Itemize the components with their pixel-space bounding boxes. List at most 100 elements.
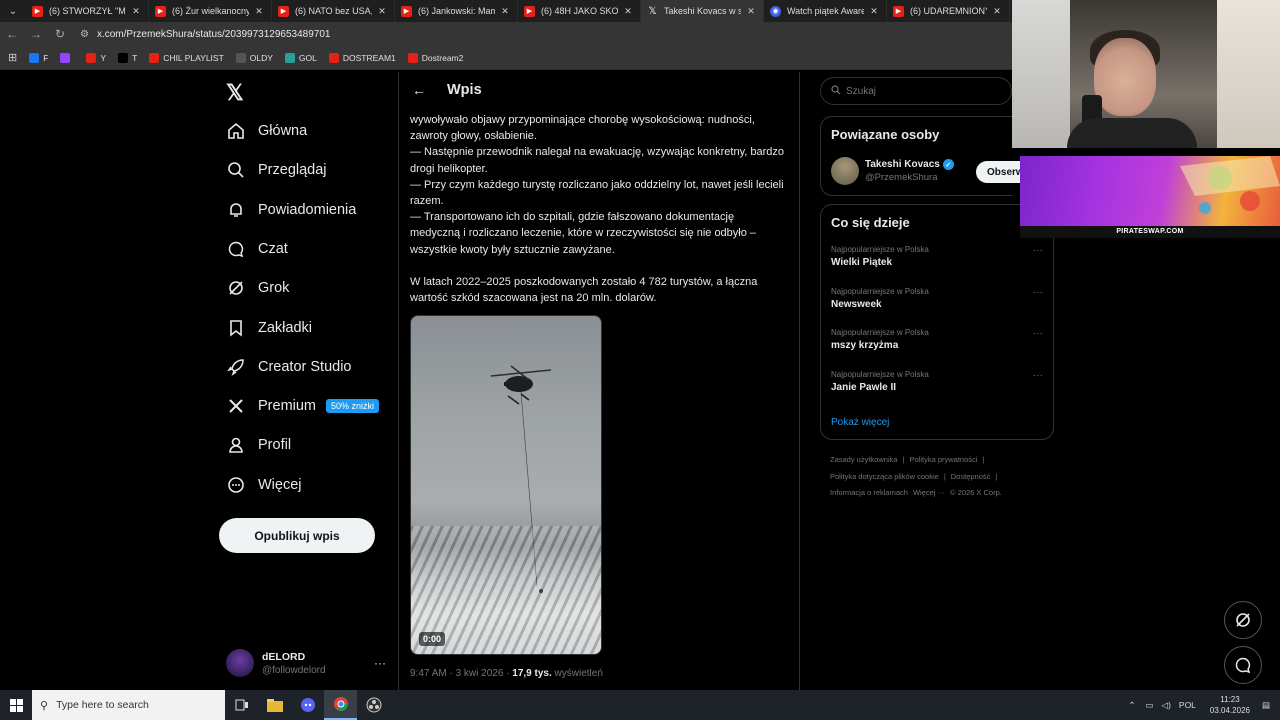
volume-icon[interactable]: ◁) bbox=[1162, 700, 1171, 711]
messages-fab-icon[interactable] bbox=[1224, 646, 1262, 684]
bookmark-item[interactable]: T bbox=[118, 52, 137, 63]
trend-item[interactable]: Najpopularniejsze w Polska Wielki Piątek ·… bbox=[831, 245, 1045, 268]
nav-item-label: Przeglądaj bbox=[258, 162, 327, 179]
notifications-icon[interactable]: ▤ bbox=[1262, 700, 1270, 711]
browser-tab[interactable]: ▶ (6) Żur wielkanocny P ✕ bbox=[149, 0, 272, 22]
trends-title: Co się dzieje bbox=[831, 215, 910, 230]
bookmark-item[interactable]: GOL bbox=[284, 52, 317, 63]
video-duration: 0:00 bbox=[419, 632, 446, 646]
footer-link[interactable]: Zasady użytkownika bbox=[830, 455, 898, 464]
footer-link[interactable]: © 2026 X Corp. bbox=[950, 488, 1002, 497]
browser-tab[interactable]: ▶ (6) NATO bez USA, EU ✕ bbox=[272, 0, 395, 22]
clock-date: 03.04.2026 bbox=[1209, 706, 1250, 715]
post-button[interactable]: Opublikuj wpis bbox=[219, 518, 375, 553]
discord-icon[interactable] bbox=[291, 690, 324, 720]
account-switcher[interactable]: dELORD @followdelord ··· bbox=[226, 646, 386, 680]
site-settings-icon[interactable]: ⚙ bbox=[80, 29, 89, 40]
trend-item[interactable]: Najpopularniejsze w Polska Newsweek ··· bbox=[831, 287, 1045, 310]
site-icon: ◉ bbox=[770, 5, 781, 17]
bookmark-item[interactable]: DOSTREAM1 bbox=[328, 52, 396, 63]
trend-name: Janie Pawle II bbox=[831, 382, 897, 394]
x-logo-icon[interactable]: 𝕏 bbox=[226, 80, 244, 106]
tab-title: (6) Jankowski: Mamy bbox=[418, 6, 495, 16]
close-tab-icon[interactable]: ✕ bbox=[499, 6, 511, 17]
more-dots-icon[interactable]: ··· bbox=[374, 656, 386, 670]
apps-icon[interactable]: ⊞ bbox=[8, 51, 17, 64]
tab-search-button[interactable]: ⌄ bbox=[0, 0, 26, 22]
search-icon bbox=[226, 160, 246, 180]
footer-links: Zasady użytkownika | Polityka prywatności |… bbox=[830, 452, 1050, 502]
windows-start-icon[interactable] bbox=[0, 690, 32, 720]
related-person[interactable]: Takeshi Kovacs ✓ @PrzemekShura bbox=[831, 157, 954, 185]
browser-tab[interactable]: ▶ (6) UDAREMNIONY A ✕ bbox=[887, 0, 1010, 22]
more-circle-icon bbox=[226, 475, 246, 495]
tray-chevron-icon[interactable]: ⌃ bbox=[1128, 700, 1135, 711]
nav-item-chat[interactable]: Czat bbox=[226, 236, 288, 262]
youtube-icon: ▶ bbox=[155, 5, 166, 17]
show-more-link[interactable]: Pokaż więcej bbox=[831, 417, 889, 428]
url-field[interactable]: ⚙ x.com/PrzemekShura/status/203997312965… bbox=[80, 24, 1012, 44]
tab-title: (6) STWORZYŁ "MUTA bbox=[49, 6, 126, 16]
footer-link[interactable]: Więcej ··· bbox=[913, 488, 945, 497]
close-tab-icon[interactable]: ✕ bbox=[622, 6, 634, 17]
nav-item-bookmark[interactable]: Zakładki bbox=[226, 315, 312, 341]
browser-tab[interactable]: 𝕏 Takeshi Kovacs w ser ✕ bbox=[641, 0, 764, 22]
back-nav-icon[interactable]: ← bbox=[0, 27, 24, 41]
browser-tab[interactable]: ▶ (6) Jankowski: Mamy ✕ bbox=[395, 0, 518, 22]
nav-item-search[interactable]: Przeglądaj bbox=[226, 157, 327, 183]
view-label: wyświetleń bbox=[551, 668, 603, 679]
bookmark-item[interactable]: F bbox=[29, 52, 48, 63]
trend-item[interactable]: Najpopularniejsze w Polska Janie Pawle II… bbox=[831, 370, 1045, 393]
trend-name: Newsweek bbox=[831, 298, 882, 310]
chrome-icon[interactable] bbox=[324, 690, 357, 720]
browser-tab[interactable]: ▶ (6) 48H JAKO SKOCZE ✕ bbox=[518, 0, 641, 22]
back-arrow-icon[interactable]: ← bbox=[399, 82, 439, 98]
video-player[interactable]: 0:00 bbox=[410, 315, 602, 655]
footer-separator: | bbox=[995, 471, 998, 481]
trend-more-icon[interactable]: ··· bbox=[1033, 287, 1043, 298]
footer-link[interactable]: Dostępność bbox=[951, 472, 991, 481]
reload-icon[interactable]: ↻ bbox=[48, 27, 72, 41]
bookmark-item[interactable]: Y bbox=[86, 52, 106, 63]
browser-tab[interactable]: ▶ (6) STWORZYŁ "MUTA ✕ bbox=[26, 0, 149, 22]
close-tab-icon[interactable]: ✕ bbox=[376, 6, 388, 17]
follow-button[interactable]: Obserwuj bbox=[976, 161, 1026, 183]
nav-item-rocket[interactable]: Creator Studio bbox=[226, 354, 352, 380]
trend-more-icon[interactable]: ··· bbox=[1033, 245, 1043, 256]
close-tab-icon[interactable]: ✕ bbox=[130, 6, 142, 17]
nav-item-person[interactable]: Profil bbox=[226, 432, 291, 458]
close-tab-icon[interactable]: ✕ bbox=[253, 6, 265, 17]
taskbar-search-input[interactable]: ⚲ Type here to search bbox=[32, 690, 225, 720]
search-input[interactable]: Szukaj bbox=[820, 77, 1012, 105]
file-explorer-icon[interactable] bbox=[258, 690, 291, 720]
language-indicator[interactable]: POL bbox=[1179, 700, 1196, 710]
bookmark-item[interactable]: Dostream2 bbox=[407, 52, 463, 63]
nav-item-x[interactable]: Premium 50% zniżki bbox=[226, 393, 380, 419]
obs-icon[interactable] bbox=[357, 690, 390, 720]
trend-more-icon[interactable]: ··· bbox=[1033, 370, 1043, 381]
close-tab-icon[interactable]: ✕ bbox=[745, 6, 757, 17]
network-icon[interactable]: ▭ bbox=[1146, 700, 1154, 711]
forward-nav-icon[interactable]: → bbox=[24, 27, 48, 41]
grok-fab-icon[interactable] bbox=[1224, 601, 1262, 639]
bookmark-item[interactable]: CHIL PLAYLIST bbox=[149, 52, 224, 63]
footer-link[interactable]: Polityka prywatności bbox=[909, 455, 977, 464]
task-view-icon[interactable] bbox=[225, 690, 258, 720]
bookmark-item[interactable] bbox=[60, 52, 74, 63]
trend-more-icon[interactable]: ··· bbox=[1033, 328, 1043, 339]
bookmark-item[interactable]: OLDY bbox=[235, 52, 273, 63]
close-tab-icon[interactable]: ✕ bbox=[868, 6, 880, 17]
close-tab-icon[interactable]: ✕ bbox=[991, 6, 1003, 17]
footer-link[interactable]: Polityka dotycząca plików cookie bbox=[830, 472, 939, 481]
nav-item-label: Profil bbox=[258, 437, 292, 454]
nav-item-grok[interactable]: Grok bbox=[226, 275, 289, 301]
nav-item-bell[interactable]: Powiadomienia bbox=[226, 197, 356, 223]
footer-link[interactable]: Informacja o reklamach bbox=[830, 488, 908, 497]
nav-item-more-circle[interactable]: Więcej bbox=[226, 472, 302, 498]
clock[interactable]: 11:23 03.04.2026 bbox=[1210, 694, 1250, 716]
nav-item-home[interactable]: Główna bbox=[226, 118, 307, 144]
youtube-icon: ▶ bbox=[32, 5, 43, 17]
trend-item[interactable]: Najpopularniejsze w Polska mszy krzyżma ··… bbox=[831, 328, 1045, 351]
browser-tab[interactable]: ◉ Watch piątek Aware ✕ bbox=[764, 0, 887, 22]
view-count: 17,9 tys. bbox=[512, 668, 552, 679]
